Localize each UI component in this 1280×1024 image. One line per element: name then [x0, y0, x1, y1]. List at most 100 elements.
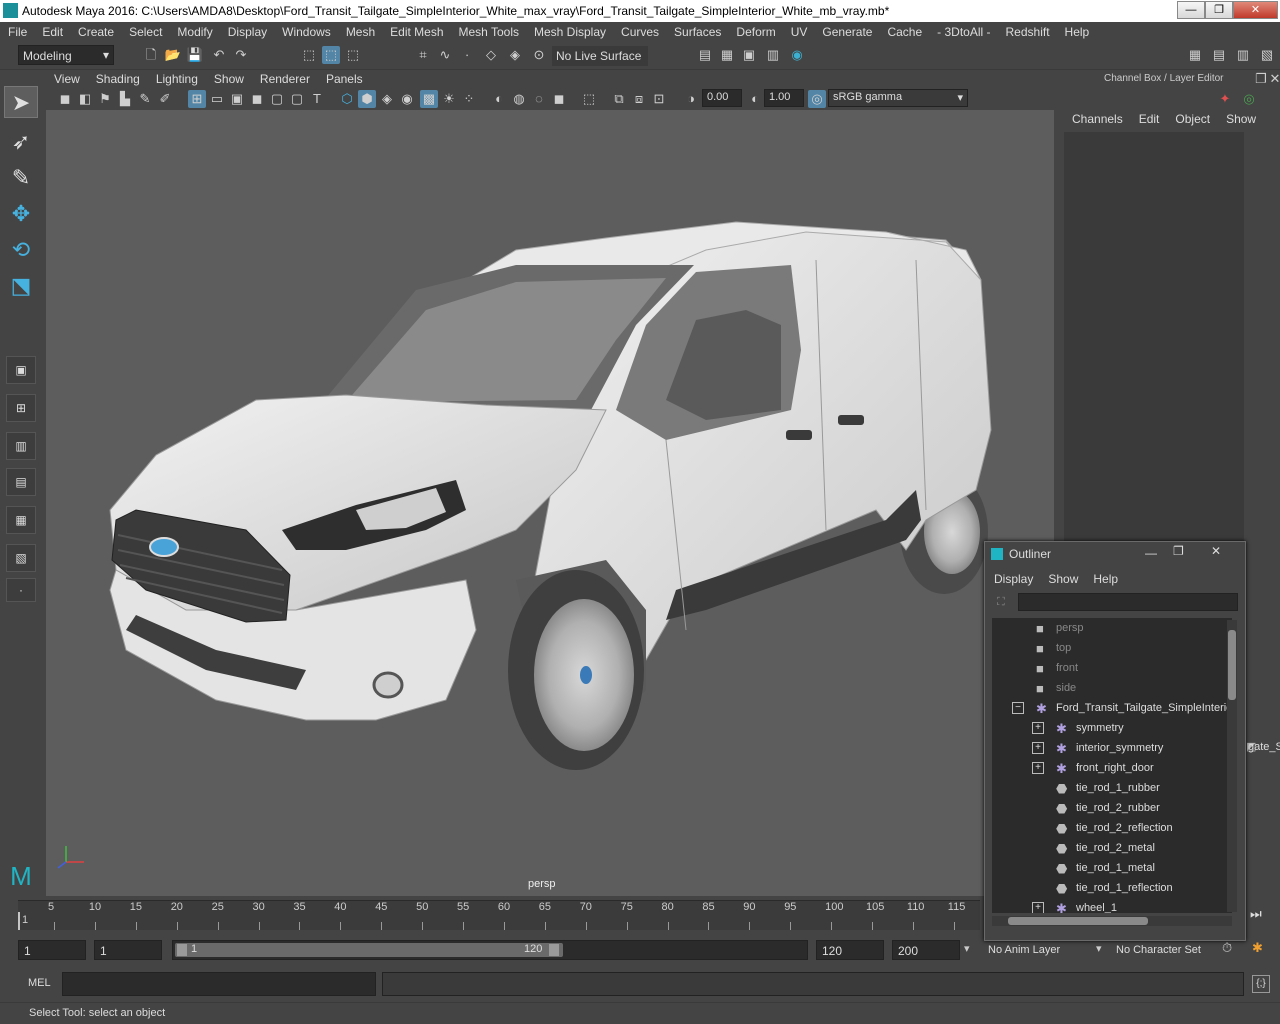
outliner-row[interactable]: ■ persp [992, 618, 1232, 638]
menu-file[interactable]: File [0, 22, 34, 39]
persp-graph-icon[interactable]: ▤ [6, 468, 36, 496]
menu-curves[interactable]: Curves [613, 22, 666, 39]
outliner-title-bar[interactable]: Outliner — ❐ ✕ [985, 542, 1245, 566]
outliner-menu-show[interactable]: Show [1039, 572, 1084, 586]
chevron-down-icon[interactable]: ▾ [964, 942, 970, 955]
playback-end-field[interactable]: 120 [816, 940, 884, 960]
new-scene-icon[interactable]: 🗋 [142, 46, 160, 64]
menu-generate[interactable]: Generate [814, 22, 879, 39]
step-end-icon[interactable]: ⏭ [1250, 906, 1272, 924]
exposure-icon[interactable]: ◑ [682, 90, 700, 108]
channel-layers-icon[interactable]: ◎ [1240, 90, 1258, 108]
viewport-menu-view[interactable]: View [46, 70, 88, 86]
menu-mesh-display[interactable]: Mesh Display [526, 22, 613, 39]
menu-help[interactable]: Help [1057, 22, 1097, 39]
motion-blur-icon[interactable]: ◍ [510, 90, 528, 108]
smooth-shade-icon[interactable]: ⬢ [358, 90, 376, 108]
snap-curve-icon[interactable]: ∿ [436, 46, 454, 64]
shadows-icon[interactable]: ☀ [440, 90, 458, 108]
render-view-icon[interactable]: ▤ [696, 46, 714, 64]
time-slider[interactable]: 5 10 15 20 25 30 35 40 45 50 55 60 65 70 75 80 85 90 95 100… [0, 900, 980, 934]
menu-redshift[interactable]: Redshift [998, 22, 1057, 39]
depth-of-field-icon[interactable]: ◼ [550, 90, 568, 108]
menu-edit-mesh[interactable]: Edit Mesh [382, 22, 450, 39]
isolate-select-icon[interactable]: ⬚ [580, 90, 598, 108]
lights-icon[interactable]: ⁘ [460, 90, 478, 108]
two-d-pan-icon[interactable]: ✐ [156, 90, 174, 108]
use-all-lights-icon[interactable]: ▩ [420, 90, 438, 108]
outliner-row[interactable]: ■ side [992, 678, 1232, 698]
animation-start-field[interactable]: 1 [18, 940, 86, 960]
current-time-indicator[interactable] [18, 912, 20, 930]
tool-settings-icon[interactable]: ▥ [1234, 46, 1252, 64]
scrollbar-thumb[interactable] [1228, 630, 1236, 700]
color-space-dropdown[interactable]: sRGB gamma ▾ [828, 89, 968, 107]
outliner-row[interactable]: ⬣ tie_rod_2_reflection [992, 818, 1232, 838]
chevron-down-icon[interactable]: ▾ [1096, 942, 1102, 955]
close-button[interactable]: ✕ [1233, 1, 1278, 19]
character-set-dropdown[interactable]: No Character Set [1112, 940, 1232, 960]
animation-end-field[interactable]: 200 [892, 940, 960, 960]
hypershade-icon[interactable]: ◉ [788, 46, 806, 64]
filter-icon[interactable]: ⛶ [997, 596, 1011, 610]
outliner-menu-help[interactable]: Help [1084, 572, 1124, 586]
outliner-row[interactable]: −✱ Ford_Transit_Tailgate_SimpleInterior_W… [992, 698, 1232, 718]
gamma-icon[interactable]: ◐ [746, 90, 764, 108]
script-editor-icon[interactable]: {;} [1252, 975, 1270, 993]
layout-more-icon[interactable]: · [6, 578, 36, 602]
perspective-viewport[interactable]: persp [46, 110, 1054, 896]
wireframe-icon[interactable]: ⬡ [338, 90, 356, 108]
animation-preferences-icon[interactable]: ✱ [1252, 940, 1263, 956]
menu-create[interactable]: Create [70, 22, 121, 39]
menu-mesh[interactable]: Mesh [338, 22, 382, 39]
gamma-field[interactable]: 1.00 [764, 89, 804, 107]
menu-3dtoall[interactable]: - 3DtoAll - [929, 22, 997, 39]
menu-deform[interactable]: Deform [728, 22, 782, 39]
close-icon[interactable]: ✕ [1211, 544, 1229, 558]
undo-icon[interactable]: ↶ [210, 46, 228, 64]
rotate-tool-icon[interactable]: ⟲ [4, 234, 38, 266]
viewport-menu-panels[interactable]: Panels [318, 70, 371, 86]
menu-display[interactable]: Display [220, 22, 274, 39]
modeling-toolkit-icon[interactable]: ▦ [1186, 46, 1204, 64]
menu-set-dropdown[interactable]: Modeling ▾ [18, 45, 114, 65]
scale-tool-icon[interactable]: ⬔ [4, 270, 38, 302]
snap-grid-icon[interactable]: ⌗ [414, 46, 432, 64]
image-plane-icon[interactable]: ▙ [116, 90, 134, 108]
scrollbar-thumb[interactable] [1008, 917, 1148, 925]
render-icon[interactable]: ▦ [718, 46, 736, 64]
menu-surfaces[interactable]: Surfaces [666, 22, 728, 39]
snap-view-icon[interactable]: ◇ [482, 46, 500, 64]
render-settings-icon[interactable]: ▥ [764, 46, 782, 64]
expand-icon[interactable]: + [1032, 902, 1044, 913]
ambient-occlusion-icon[interactable]: ◐ [490, 90, 508, 108]
collapse-icon[interactable]: − [1012, 702, 1024, 714]
range-slider[interactable]: 1 120 [172, 940, 808, 960]
film-gate-icon[interactable]: ▭ [208, 90, 226, 108]
safe-title-icon[interactable]: T [308, 90, 326, 108]
select-tool-icon[interactable]: ➤ [4, 86, 38, 118]
expand-icon[interactable]: + [1032, 722, 1044, 734]
range-start-handle[interactable] [177, 944, 187, 956]
single-view-icon[interactable]: ▣ [6, 356, 36, 384]
lasso-tool-icon[interactable]: ➶ [4, 126, 38, 158]
xray-components-icon[interactable]: ⊡ [650, 90, 668, 108]
auto-key-icon[interactable]: ⏱ [1222, 940, 1232, 956]
channel-keys-icon[interactable]: ✦ [1216, 90, 1234, 108]
channel-menu-channels[interactable]: Channels [1064, 112, 1131, 126]
bookmark-icon[interactable]: ⚑ [96, 90, 114, 108]
custom-layout-icon[interactable]: ▧ [6, 544, 36, 572]
outliner-row[interactable]: ■ top [992, 638, 1232, 658]
expand-icon[interactable]: + [1032, 742, 1044, 754]
safe-action-icon[interactable]: ▢ [288, 90, 306, 108]
channel-box-toggle-icon[interactable]: ▧ [1258, 46, 1276, 64]
snap-point-icon[interactable]: ∙ [458, 46, 476, 64]
outliner-row[interactable]: ⬣ tie_rod_1_reflection [992, 878, 1232, 898]
outliner-row[interactable]: ⬣ tie_rod_1_metal [992, 858, 1232, 878]
menu-windows[interactable]: Windows [274, 22, 338, 39]
menu-mesh-tools[interactable]: Mesh Tools [451, 22, 526, 39]
textured-icon[interactable]: ◉ [398, 90, 416, 108]
outliner-row[interactable]: ⬣ tie_rod_1_rubber [992, 778, 1232, 798]
paint-select-tool-icon[interactable]: ✎ [4, 162, 38, 194]
menu-edit[interactable]: Edit [34, 22, 70, 39]
